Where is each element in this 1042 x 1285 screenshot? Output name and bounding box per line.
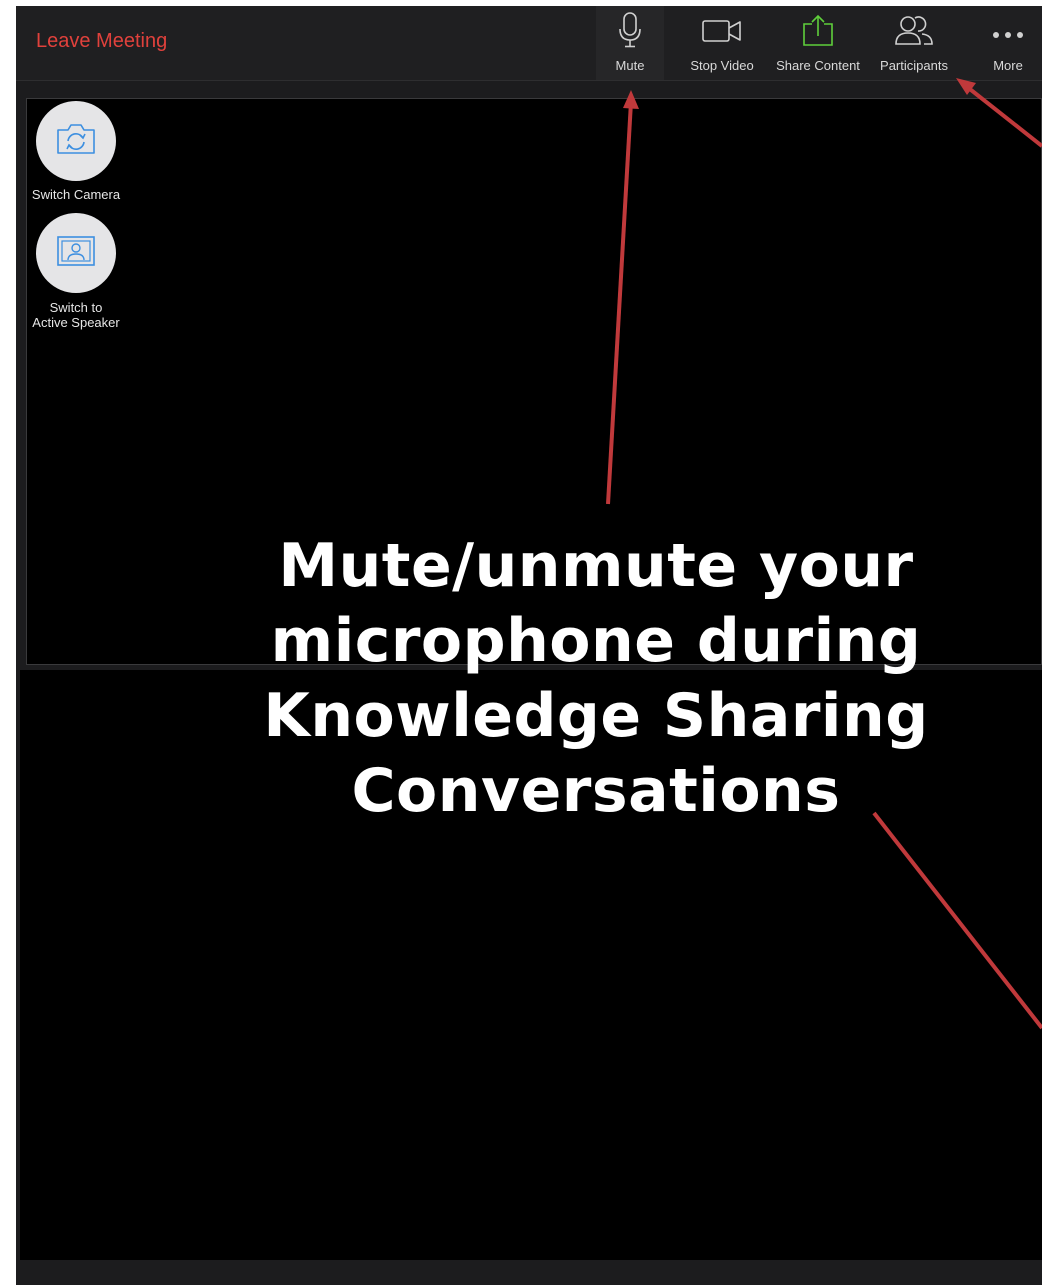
instruction-caption: Mute/unmute your microphone during Knowl… [196,529,996,829]
ellipsis-icon [991,26,1025,44]
stop-video-button[interactable]: Stop Video [684,6,760,80]
caption-line-4: Conversations [351,756,841,826]
caption-line-2: microphone during [270,606,922,676]
switch-active-speaker-button[interactable] [36,213,116,293]
switch-camera-button[interactable] [36,101,116,181]
share-upload-icon [801,14,835,51]
speaker-view-icon [56,235,96,272]
active-speaker-label-line2: Active Speaker [32,315,120,330]
camera-switch-icon [55,122,97,161]
caption-line-3: Knowledge Sharing [263,681,929,751]
leave-meeting-button[interactable]: Leave Meeting [36,30,167,53]
participants-button[interactable]: Participants [874,6,954,80]
stop-video-label: Stop Video [690,58,754,73]
more-label: More [993,58,1023,73]
video-camera-icon [702,18,742,49]
switch-active-speaker-label: Switch to Active Speaker [16,300,136,330]
mute-label: Mute [615,58,645,73]
caption-line-1: Mute/unmute your [278,531,914,601]
meeting-window: Leave Meeting Mute Stop Video Share Cont… [16,6,1042,1285]
mute-button[interactable]: Mute [596,6,664,80]
share-content-label: Share Content [776,58,860,73]
participants-label: Participants [880,58,948,73]
more-button[interactable]: More [978,6,1038,80]
share-content-button[interactable]: Share Content [772,6,864,80]
participants-icon [894,15,934,50]
active-speaker-label-line1: Switch to [49,300,103,315]
microphone-icon [617,12,643,55]
switch-camera-label: Switch Camera [31,187,121,202]
meeting-toolbar: Leave Meeting Mute Stop Video Share Cont… [16,6,1042,81]
